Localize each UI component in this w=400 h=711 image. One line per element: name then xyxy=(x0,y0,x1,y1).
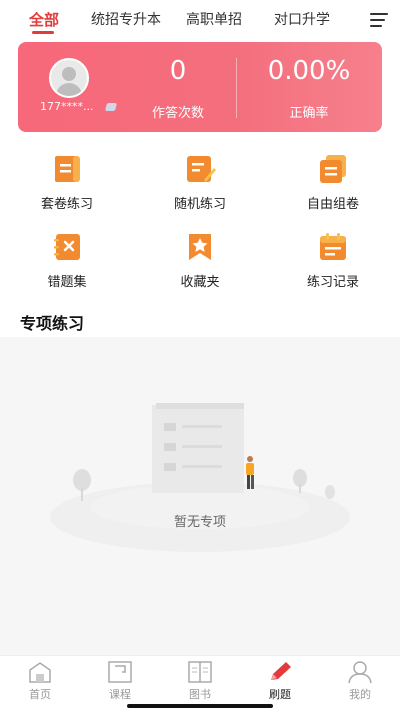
nav-label: 我的 xyxy=(349,688,371,701)
pencil-icon xyxy=(267,660,293,684)
tab-tongzhao-zhuanshengben[interactable]: 统招专升本 xyxy=(91,9,161,29)
star-bookmark-icon xyxy=(184,231,216,263)
grid-item-label: 收藏夹 xyxy=(180,275,220,290)
home-indicator xyxy=(127,704,273,708)
grid-item-label: 练习记录 xyxy=(306,275,359,290)
answer-count-label: 作答次数 xyxy=(151,106,204,121)
active-tab-indicator xyxy=(32,31,54,34)
grid-item-label: 套卷练习 xyxy=(40,197,93,212)
stats-card: 177****... 0 作答次数 0.00% 正确率 xyxy=(18,42,382,132)
grid-item-label: 随机练习 xyxy=(173,197,226,212)
nav-item-shuati[interactable]: 刷题 xyxy=(250,660,310,702)
tab-gaozhi-danzhao[interactable]: 高职单招 xyxy=(186,9,242,29)
nav-label: 首页 xyxy=(29,688,51,701)
empty-state-area: 暂无专项 xyxy=(0,337,400,655)
accuracy-label: 正确率 xyxy=(289,106,329,121)
wrong-notebook-icon xyxy=(51,231,83,263)
nav-item-book[interactable]: 图书 xyxy=(170,660,230,702)
answer-count-value: 0 xyxy=(169,56,187,86)
stats-divider xyxy=(236,58,237,118)
tab-all[interactable]: 全部 xyxy=(29,9,59,30)
grid-item-shoucang[interactable]: 收藏夹 xyxy=(140,231,260,290)
nav-item-course[interactable]: 课程 xyxy=(90,660,150,702)
edit-note-icon xyxy=(184,153,216,185)
default-avatar-icon[interactable] xyxy=(49,58,89,98)
grid-item-suiji[interactable]: 随机练习 xyxy=(140,153,260,212)
scroll-paper-icon xyxy=(51,153,83,185)
book-icon xyxy=(187,660,213,684)
course-icon xyxy=(107,660,133,684)
tab-duikou-shengxue[interactable]: 对口升学 xyxy=(274,9,330,29)
accuracy-value: 0.00% xyxy=(267,56,351,86)
profile-icon xyxy=(347,660,373,684)
top-tab-bar: 全部 统招专升本 高职单招 对口升学 xyxy=(0,0,400,40)
nav-label: 课程 xyxy=(109,688,131,701)
grid-item-jilu[interactable]: 练习记录 xyxy=(273,231,393,290)
menu-lines-icon[interactable] xyxy=(370,13,388,27)
grid-item-cuoti[interactable]: 错题集 xyxy=(7,231,127,290)
nav-label: 图书 xyxy=(189,688,211,701)
grid-item-label: 自由组卷 xyxy=(306,197,359,212)
nav-item-home[interactable]: 首页 xyxy=(10,660,70,702)
grid-item-ziyou[interactable]: 自由组卷 xyxy=(273,153,393,212)
empty-state-text: 暂无专项 xyxy=(173,515,226,530)
user-phone: 177****... xyxy=(40,100,94,113)
nav-item-mine[interactable]: 我的 xyxy=(330,660,390,702)
vip-badge-icon xyxy=(104,103,118,111)
grid-item-label: 错题集 xyxy=(47,275,87,290)
home-icon xyxy=(27,660,53,684)
bottom-nav-bar: 首页 课程 图书 刷题 我的 xyxy=(0,655,400,711)
grid-item-taojuan[interactable]: 套卷练习 xyxy=(7,153,127,212)
nav-label: 刷题 xyxy=(269,688,291,701)
record-calendar-icon xyxy=(317,231,349,263)
section-title: 专项练习 xyxy=(20,314,85,333)
stacked-papers-icon xyxy=(317,153,349,185)
